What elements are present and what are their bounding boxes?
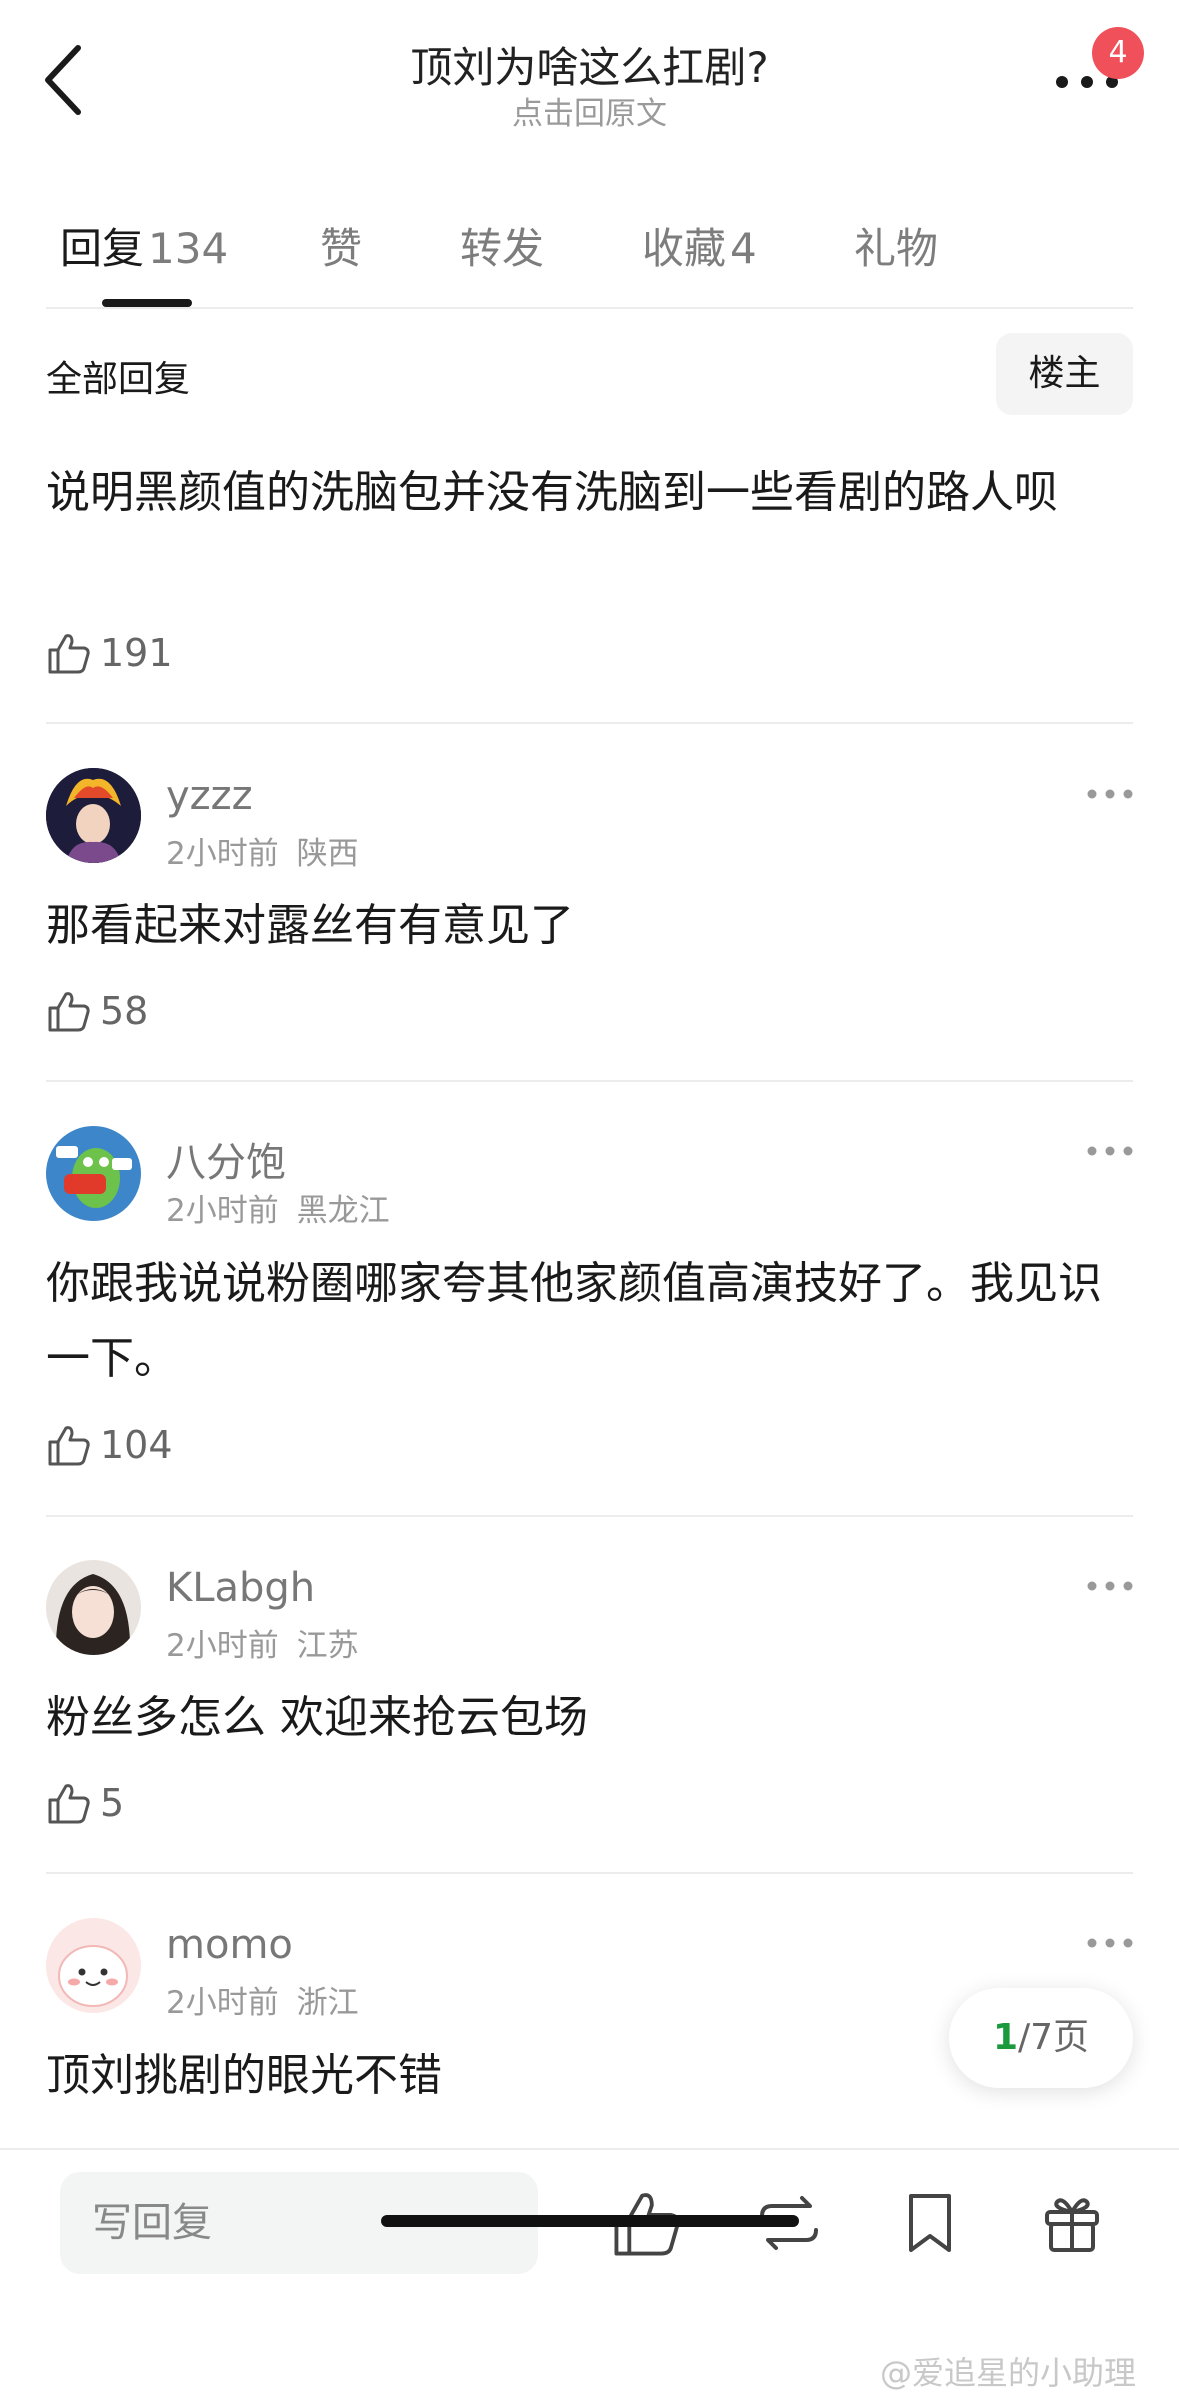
more-dots-icon [1087, 1938, 1133, 1948]
header: 顶刘为啥这么扛剧? 点击回原文 4 [0, 0, 1179, 160]
reply-username[interactable]: 八分饱 [166, 1130, 286, 1188]
notification-badge: 4 [1092, 27, 1144, 79]
active-tab-indicator [102, 299, 192, 307]
tab-count: 4 [730, 224, 757, 273]
gift-button[interactable] [1035, 2186, 1109, 2260]
avatar[interactable] [46, 1560, 141, 1655]
tab-label: 赞 [320, 224, 363, 273]
bookmark-icon [909, 2194, 951, 2252]
avatar-image [46, 768, 141, 863]
avatar-image [46, 1918, 141, 2013]
avatar[interactable] [46, 1918, 141, 2013]
avatar[interactable] [46, 768, 141, 863]
reply-meta: 2小时前 江苏 [166, 1620, 359, 1665]
watermark: @爱追星的小助理 [880, 2354, 1137, 2392]
divider [46, 307, 1133, 309]
avatar-image [46, 1560, 141, 1655]
reply-location: 陕西 [296, 836, 359, 872]
avatar-image [46, 1126, 141, 1221]
home-indicator [381, 2215, 799, 2227]
avatar[interactable] [46, 1126, 141, 1221]
divider [46, 1080, 1133, 1082]
like-button[interactable]: 58 [46, 988, 148, 1034]
tab-label: 回复 [60, 224, 145, 273]
page-title: 顶刘为啥这么扛剧? [410, 43, 769, 92]
tab-gifts[interactable]: 礼物 [854, 215, 938, 276]
like-button[interactable]: 104 [46, 1422, 173, 1468]
like-count: 5 [100, 1781, 125, 1825]
like-count: 104 [100, 1423, 173, 1467]
like-button[interactable]: 191 [46, 630, 173, 676]
thumbs-up-icon [48, 1426, 90, 1466]
reply-text: 粉丝多怎么 欢迎来抢云包场 [46, 1692, 588, 1743]
thumbs-up-icon [48, 1784, 90, 1824]
reply-time: 2小时前 [166, 1985, 279, 2021]
back-to-post-link[interactable]: 点击回原文 [0, 88, 1179, 133]
reply-username[interactable]: yzzz [166, 773, 253, 819]
owner-filter-button[interactable]: 楼主 [996, 333, 1133, 415]
page-indicator[interactable]: 1/7页 [949, 1988, 1133, 2088]
like-count: 58 [100, 989, 149, 1033]
tab-likes[interactable]: 赞 [320, 215, 362, 276]
tab-favorites[interactable]: 收藏4 [642, 215, 757, 276]
reply-time: 2小时前 [166, 836, 279, 872]
reply-more-button[interactable] [1086, 1578, 1134, 1594]
like-count: 191 [100, 631, 173, 675]
comment-text: 说明黑颜值的洗脑包并没有洗脑到一些看剧的路人呗 [46, 467, 1058, 518]
reply-text: 你跟我说说粉圈哪家夸其他家颜值高演技好了。我见识一下。 [46, 1258, 1102, 1384]
thumbs-up-icon [48, 634, 90, 674]
tab-label: 转发 [460, 224, 545, 273]
reply-time: 2小时前 [166, 1628, 279, 1664]
favorite-button[interactable] [893, 2186, 967, 2260]
divider [46, 722, 1133, 724]
like-button[interactable]: 5 [46, 1780, 124, 1826]
tab-bar: 回复134 赞 转发 收藏4 礼物 [0, 205, 1179, 310]
divider [46, 1515, 1133, 1517]
reply-more-button[interactable] [1086, 1935, 1134, 1951]
reply-location: 浙江 [296, 1985, 359, 2021]
page-current: 1 [992, 2017, 1018, 2058]
tab-replies[interactable]: 回复134 [60, 215, 228, 276]
reply-meta: 2小时前 陕西 [166, 828, 359, 873]
all-replies-label: 全部回复 [46, 359, 191, 400]
reply-location: 江苏 [296, 1628, 359, 1664]
reply-username[interactable]: momo [166, 1922, 293, 1968]
gift-icon [1045, 2198, 1099, 2252]
reply-meta: 2小时前 黑龙江 [166, 1185, 390, 1230]
more-dots-icon [1087, 1146, 1133, 1156]
tab-reposts[interactable]: 转发 [460, 215, 544, 276]
reply-more-button[interactable] [1086, 1143, 1134, 1159]
reply-meta: 2小时前 浙江 [166, 1977, 359, 2022]
tab-count: 134 [148, 224, 229, 273]
more-dots-icon [1087, 1581, 1133, 1591]
page-total: /7页 [1018, 2017, 1090, 2058]
reply-time: 2小时前 [166, 1193, 279, 1229]
more-dots-icon [1087, 789, 1133, 799]
reply-text: 那看起来对露丝有有意见了 [46, 900, 574, 951]
tab-label: 礼物 [854, 224, 939, 273]
reply-location: 黑龙江 [296, 1193, 390, 1229]
main-comment: 说明黑颜值的洗脑包并没有洗脑到一些看剧的路人呗 [46, 455, 1136, 530]
reply-more-button[interactable] [1086, 786, 1134, 802]
thumbs-up-icon [48, 992, 90, 1032]
divider [46, 1872, 1133, 1874]
tab-label: 收藏 [642, 224, 727, 273]
reply-username[interactable]: KLabgh [166, 1565, 315, 1611]
